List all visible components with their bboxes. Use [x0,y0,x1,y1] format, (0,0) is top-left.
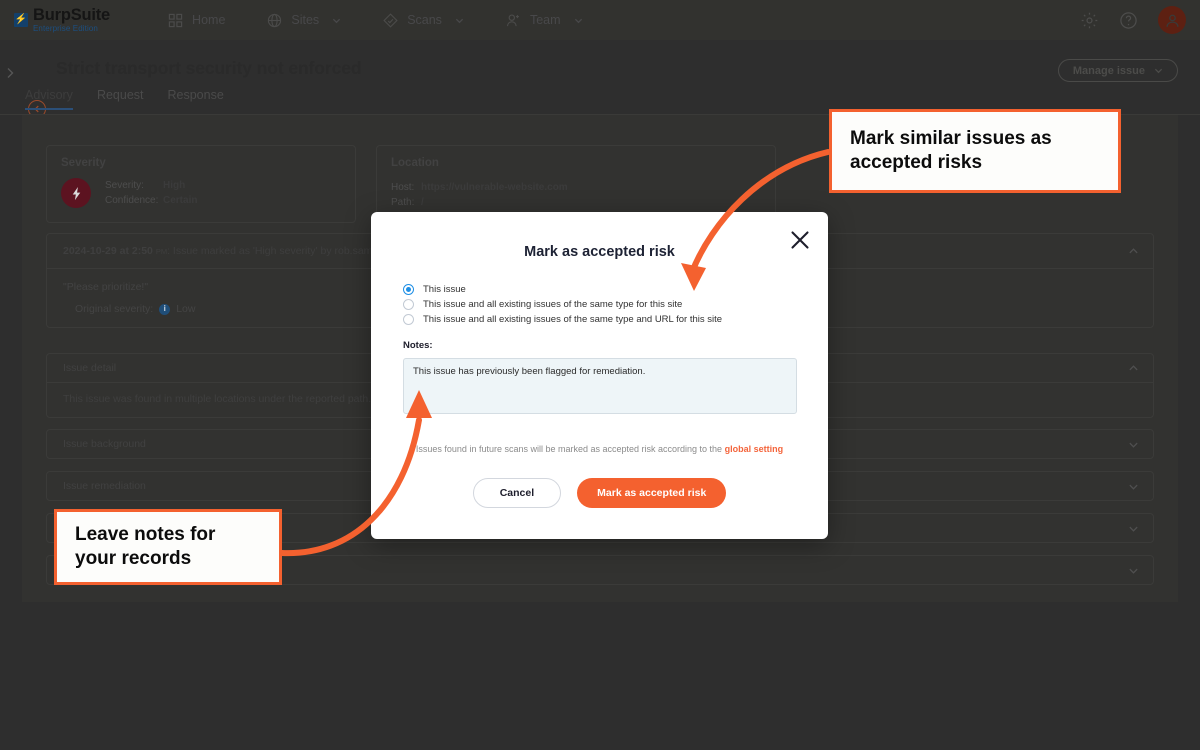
manage-issue-label: Manage issue [1072,64,1145,77]
mark-as-accepted-risk-dialog: Mark as accepted risk This issue This is… [371,212,828,539]
tab-advisory[interactable]: Advisory [25,88,73,110]
radio-label-this-issue: This issue [423,284,466,295]
main-nav-items: Home Sites Scans Team [168,12,583,28]
radio-indicator-selected[interactable] [403,284,414,295]
nav-label-sites: Sites [291,13,320,27]
globe-icon [267,13,282,28]
nav-item-home[interactable]: Home [168,13,225,28]
path-value: / [421,197,424,208]
page-header: Strict transport security not enforced M… [0,40,1200,118]
settings-gear-icon[interactable] [1080,11,1099,30]
confidence-row: Confidence: Certain [105,193,197,208]
chevron-down-icon[interactable] [1128,439,1139,450]
severity-value: High [163,180,186,191]
confidence-value: Certain [163,195,198,206]
user-avatar[interactable] [1158,6,1186,34]
burp-logo-icon: ⚡ [14,13,28,27]
info-icon: i [159,303,171,315]
nav-label-home: Home [192,13,226,27]
chevron-down-icon [1154,68,1163,74]
radio-indicator[interactable] [403,314,414,325]
global-setting-link[interactable]: global setting [725,444,784,454]
chevron-down-icon[interactable] [1128,523,1139,534]
history-meridiem: PM [155,246,168,256]
scope-radio-group: This issue This issue and all existing i… [403,282,722,327]
nav-label-scans: Scans [407,13,442,27]
nav-item-scans[interactable]: Scans [383,12,464,28]
future-scans-note-text: Issues found in future scans will be mar… [415,444,725,454]
nav-item-sites[interactable]: Sites [267,13,341,28]
dialog-actions: Cancel Mark as accepted risk [371,478,828,508]
notes-label: Notes: [403,340,433,351]
history-entry: : Issue marked as 'High severity' by rob… [167,245,403,257]
severity-panel-title: Severity [61,157,106,169]
history-timestamp: 2024-10-29 at 2:50 [63,245,153,257]
logo-title: BurpSuite [33,5,111,24]
radio-option-same-type-and-url[interactable]: This issue and all existing issues of th… [403,312,722,327]
severity-bolt-icon [61,178,91,208]
chevron-down-icon[interactable] [1128,565,1139,576]
host-row: Host: https://vulnerable-website.com [391,180,761,195]
top-navigation-bar: ⚡ BurpSuite Enterprise Edition Home Site… [0,0,1200,40]
burp-suite-logo[interactable]: ⚡ BurpSuite Enterprise Edition [14,7,110,34]
radio-label-same-type: This issue and all existing issues of th… [423,299,683,310]
notes-input[interactable] [403,358,797,414]
original-severity-label: Original severity: [75,303,154,315]
radio-option-this-issue[interactable]: This issue [403,282,722,297]
original-severity-value: Low [176,303,196,315]
tab-response[interactable]: Response [168,88,224,110]
screenshot-root: ⚡ BurpSuite Enterprise Edition Home Site… [0,0,1200,750]
logo-subtitle: Enterprise Edition [33,24,98,34]
nav-item-team[interactable]: Team [506,13,583,28]
confidence-key: Confidence: [105,195,159,206]
host-key: Host: [391,182,415,193]
detail-tabs: Advisory Request Response [25,88,224,110]
chevron-down-icon [455,18,464,23]
location-panel-title: Location [391,157,439,169]
nav-label-team: Team [529,13,561,27]
accordion-title-issue-detail: Issue detail [63,362,117,374]
future-scans-note: Issues found in future scans will be mar… [371,444,828,454]
person-add-icon [506,13,521,28]
manage-issue-button[interactable]: Manage issue [1057,59,1178,82]
radio-label-same-type-and-url: This issue and all existing issues of th… [423,314,723,325]
accordion-title-issue-remediation: Issue remediation [63,480,146,492]
chevron-down-icon[interactable] [1128,481,1139,492]
path-row: Path: / [391,195,761,210]
nav-right-group [1080,6,1186,34]
grid-icon [168,13,183,28]
host-value: https://vulnerable-website.com [421,182,568,193]
callout-mark-similar: Mark similar issues as accepted risks [829,109,1121,193]
severity-row: Severity: High [105,178,197,193]
radio-indicator[interactable] [403,299,414,310]
accordion-title-issue-background: Issue background [63,438,146,450]
dialog-title: Mark as accepted risk [524,244,675,260]
callout-leave-notes: Leave notes for your records [54,509,282,585]
chevron-down-icon [574,18,582,23]
cancel-button[interactable]: Cancel [472,478,562,508]
severity-panel: Severity Severity: High Confidence: Cert… [46,145,356,223]
chevron-up-icon[interactable] [1128,246,1139,257]
chevron-right-icon[interactable] [3,66,17,80]
chevron-down-icon [333,18,341,23]
chevron-up-icon[interactable] [1128,363,1139,374]
mark-as-accepted-risk-button[interactable]: Mark as accepted risk [577,478,727,508]
path-key: Path: [391,197,415,208]
help-question-icon[interactable] [1119,11,1138,30]
severity-key: Severity: [105,180,144,191]
scan-diamond-icon [383,12,398,28]
page-title: Strict transport security not enforced [56,58,362,78]
radio-option-same-type[interactable]: This issue and all existing issues of th… [403,297,722,312]
tab-request[interactable]: Request [97,88,144,110]
